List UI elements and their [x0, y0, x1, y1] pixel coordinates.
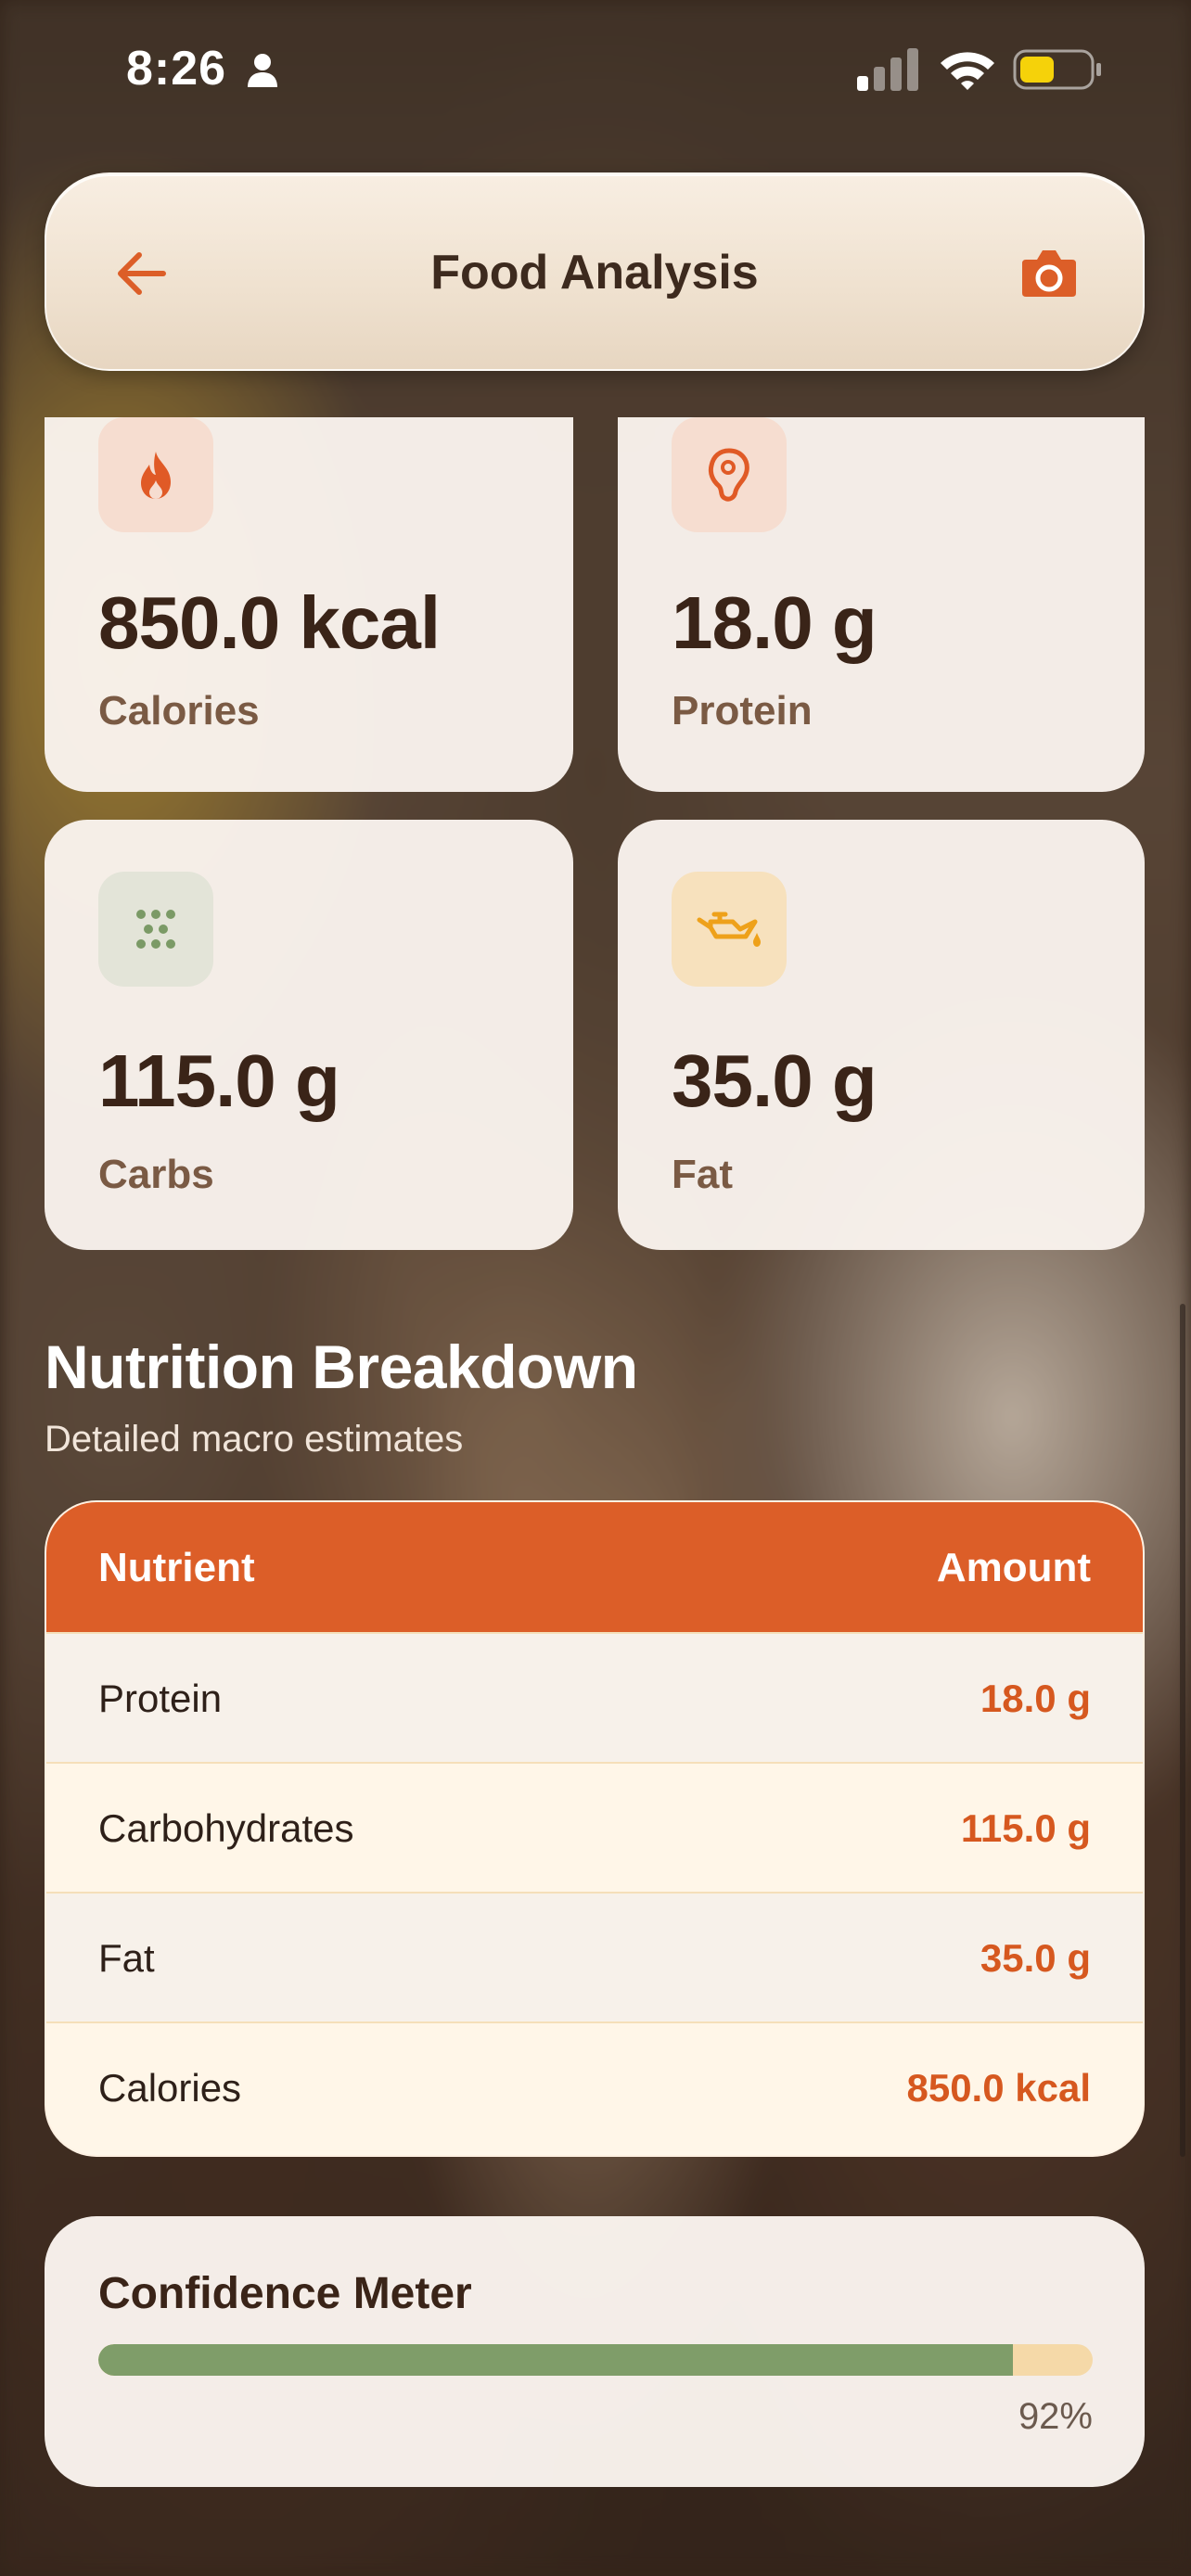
calories-value: 850.0 kcal	[98, 581, 441, 664]
camera-icon	[1022, 250, 1076, 297]
nutrition-table: Nutrient Amount Protein 18.0 g Carbohydr…	[45, 1500, 1145, 2157]
calories-label: Calories	[98, 688, 260, 733]
confidence-card: Confidence Meter 92%	[45, 2216, 1145, 2487]
confidence-meter-fill	[98, 2344, 1014, 2376]
confidence-meter	[98, 2344, 1093, 2376]
carbs-label: Carbs	[98, 1152, 214, 1197]
section-subtitle: Detailed macro estimates	[45, 1419, 464, 1460]
table-row: Carbohydrates 115.0 g	[46, 1762, 1143, 1892]
oil-icon	[672, 872, 787, 987]
battery-icon	[1013, 48, 1102, 96]
nutrient-amount: 850.0 kcal	[906, 2066, 1091, 2110]
status-time: 8:26	[126, 42, 227, 96]
table-row: Calories 850.0 kcal	[46, 2021, 1143, 2151]
fat-value: 35.0 g	[672, 1039, 877, 1122]
app-header: Food Analysis	[45, 172, 1145, 371]
calories-card: 850.0 kcal Calories	[45, 417, 573, 792]
camera-button[interactable]	[1018, 243, 1080, 304]
grain-icon	[98, 872, 213, 987]
carbs-value: 115.0 g	[98, 1039, 340, 1122]
table-header: Nutrient Amount	[46, 1502, 1143, 1632]
status-bar: 8:26	[0, 0, 1191, 139]
flame-icon	[98, 417, 213, 532]
nutrient-column-header: Nutrient	[98, 1545, 255, 1590]
person-icon	[246, 52, 279, 94]
signal-icon	[857, 48, 918, 96]
background-photo	[0, 0, 1191, 2576]
nutrient-amount: 18.0 g	[980, 1677, 1091, 1720]
section-title: Nutrition Breakdown	[45, 1333, 638, 1401]
nutrient-amount: 115.0 g	[960, 1806, 1091, 1850]
wifi-icon	[939, 48, 996, 96]
nutrient-name: Fat	[98, 1936, 155, 1980]
confidence-title: Confidence Meter	[98, 2269, 472, 2318]
nutrient-name: Protein	[98, 1677, 223, 1720]
nutrient-amount: 35.0 g	[980, 1936, 1091, 1980]
nutrient-name: Calories	[98, 2066, 242, 2110]
nutrient-name: Carbohydrates	[98, 1806, 354, 1850]
fat-label: Fat	[672, 1152, 733, 1197]
protein-card: 18.0 g Protein	[618, 417, 1145, 792]
confidence-percent: 92%	[1018, 2396, 1093, 2437]
carbs-card: 115.0 g Carbs	[45, 820, 573, 1250]
scrollbar[interactable]	[1180, 1304, 1185, 2157]
protein-value: 18.0 g	[672, 581, 877, 664]
table-row: Protein 18.0 g	[46, 1632, 1143, 1762]
protein-label: Protein	[672, 688, 813, 733]
table-row: Fat 35.0 g	[46, 1892, 1143, 2021]
meat-icon	[672, 417, 787, 532]
page-title: Food Analysis	[430, 246, 759, 300]
fat-card: 35.0 g Fat	[618, 820, 1145, 1250]
amount-column-header: Amount	[936, 1545, 1091, 1590]
